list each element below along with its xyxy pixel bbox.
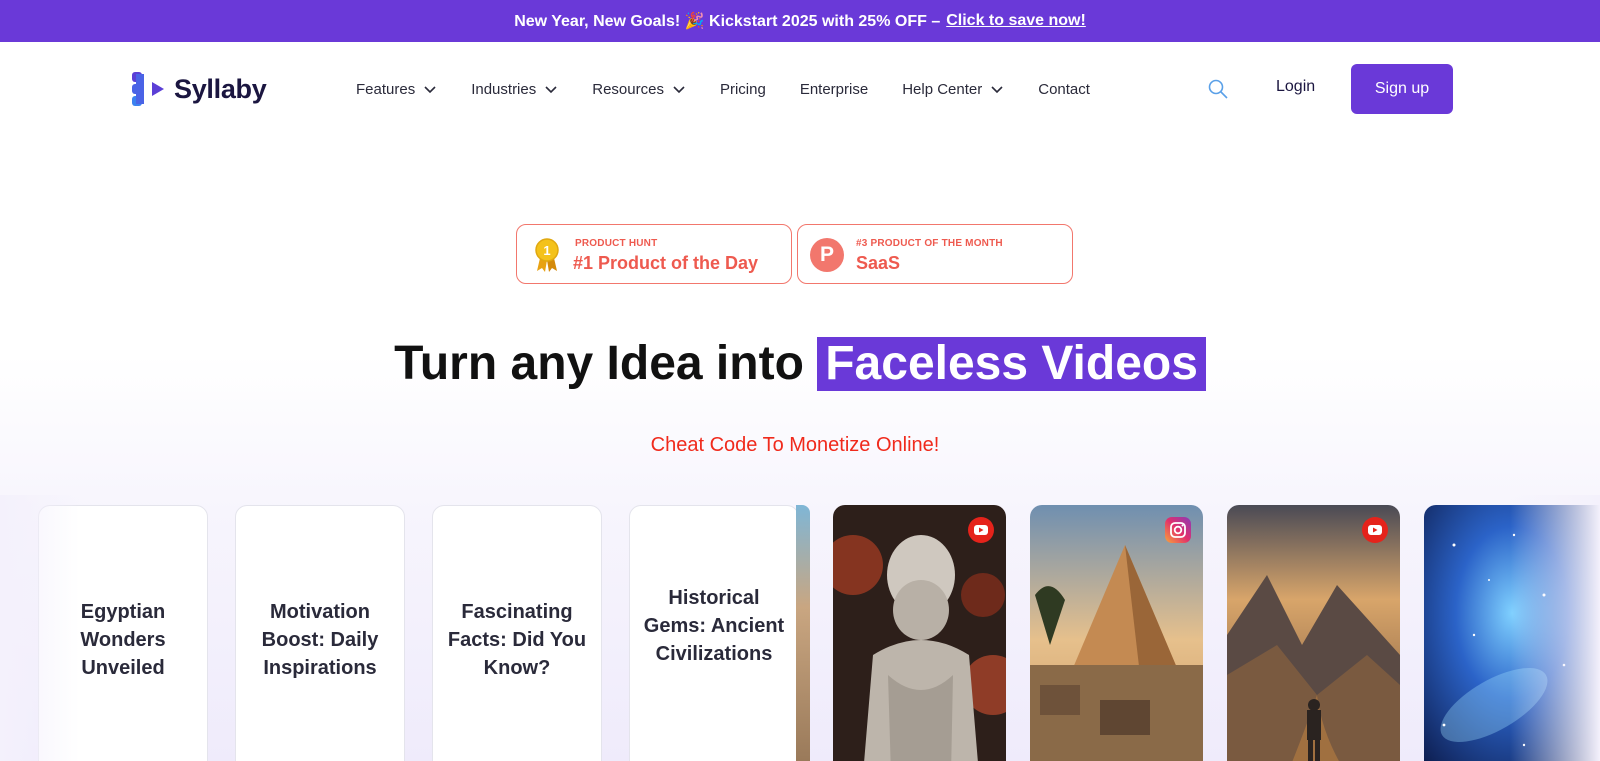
nav-label: Help Center bbox=[902, 80, 983, 98]
badge-caption: #3 PRODUCT OF THE MONTH bbox=[856, 238, 1003, 249]
video-thumbnail-card[interactable] bbox=[1030, 505, 1203, 761]
headline-plain: Turn any Idea into bbox=[394, 337, 804, 390]
product-hunt-icon: P bbox=[810, 238, 844, 272]
nav-contact[interactable]: Contact bbox=[1038, 78, 1090, 100]
nav-label: Features bbox=[356, 80, 416, 98]
video-thumbnail-card[interactable] bbox=[1227, 505, 1400, 761]
headline-highlight: Faceless Videos bbox=[817, 337, 1206, 391]
site-header: Syllaby Features Industries Resources Pr… bbox=[0, 42, 1600, 136]
chevron-down-icon bbox=[424, 86, 436, 94]
nav-industries[interactable]: Industries bbox=[471, 78, 558, 100]
nav-label: Enterprise bbox=[799, 80, 869, 98]
nav-resources[interactable]: Resources bbox=[592, 78, 686, 100]
card-title: Egyptian Wonders Unveiled bbox=[80, 601, 166, 679]
main-nav: Features Industries Resources Pricing En… bbox=[356, 78, 1124, 100]
nav-pricing[interactable]: Pricing bbox=[720, 78, 766, 100]
brand-logo[interactable]: Syllaby bbox=[130, 70, 267, 108]
medal-icon: 1 bbox=[535, 238, 559, 272]
brand-name: Syllaby bbox=[174, 73, 267, 104]
nav-enterprise[interactable]: Enterprise bbox=[800, 78, 868, 100]
badge-title: SaaS bbox=[856, 253, 901, 273]
text-card[interactable]: Egyptian Wonders Unveiled bbox=[38, 505, 208, 761]
login-link[interactable]: Login bbox=[1276, 78, 1315, 96]
nav-label: Contact bbox=[1038, 80, 1090, 98]
mountain-thumbnail bbox=[1227, 505, 1400, 761]
nav-features[interactable]: Features bbox=[356, 78, 437, 100]
video-thumbnail-card[interactable] bbox=[833, 505, 1006, 761]
nav-label: Pricing bbox=[719, 80, 766, 98]
youtube-icon bbox=[1362, 517, 1388, 543]
instagram-icon bbox=[1165, 517, 1191, 543]
signup-button[interactable]: Sign up bbox=[1351, 64, 1453, 114]
nav-label: Resources bbox=[592, 80, 664, 98]
medal-number: 1 bbox=[543, 243, 550, 258]
nav-help-center[interactable]: Help Center bbox=[902, 78, 1004, 100]
announcement-bar: New Year, New Goals! 🎉 Kickstart 2025 wi… bbox=[0, 0, 1600, 42]
pyramid-thumbnail bbox=[1030, 505, 1203, 761]
syllaby-logo-icon bbox=[132, 72, 164, 106]
chevron-down-icon bbox=[991, 86, 1003, 94]
card-image-slice bbox=[796, 505, 810, 761]
search-icon[interactable] bbox=[1207, 78, 1229, 100]
announcement-link[interactable]: Click to save now! bbox=[946, 12, 1086, 30]
card-title: Motivation Boost: Daily Inspirations bbox=[261, 601, 379, 679]
badge-title: #1 Product of the Day bbox=[573, 253, 759, 273]
text-card[interactable]: Historical Gems: Ancient Civilizations bbox=[629, 505, 799, 761]
nav-label: Industries bbox=[471, 80, 537, 98]
badge-caption: PRODUCT HUNT bbox=[575, 238, 658, 249]
statue-thumbnail bbox=[833, 505, 1006, 761]
card-title: Historical Gems: Ancient Civilizations bbox=[643, 587, 785, 665]
hero-headline: Turn any Idea into Faceless Videos bbox=[0, 336, 1600, 391]
youtube-icon bbox=[968, 517, 994, 543]
card-title: Fascinating Facts: Did You Know? bbox=[447, 601, 587, 679]
galaxy-thumbnail bbox=[1424, 505, 1600, 761]
video-thumbnail-card[interactable] bbox=[1424, 505, 1600, 761]
hero-subheadline: Cheat Code To Monetize Online! bbox=[650, 434, 940, 456]
product-hunt-day-badge[interactable]: 1 PRODUCT HUNT #1 Product of the Day bbox=[516, 224, 792, 284]
product-hunt-month-badge[interactable]: P #3 PRODUCT OF THE MONTH SaaS bbox=[797, 224, 1073, 284]
chevron-down-icon bbox=[673, 86, 685, 94]
chevron-down-icon bbox=[545, 86, 557, 94]
text-card[interactable]: Motivation Boost: Daily Inspirations bbox=[235, 505, 405, 761]
text-card[interactable]: Fascinating Facts: Did You Know? bbox=[432, 505, 602, 761]
announcement-text: New Year, New Goals! 🎉 Kickstart 2025 wi… bbox=[514, 13, 941, 30]
